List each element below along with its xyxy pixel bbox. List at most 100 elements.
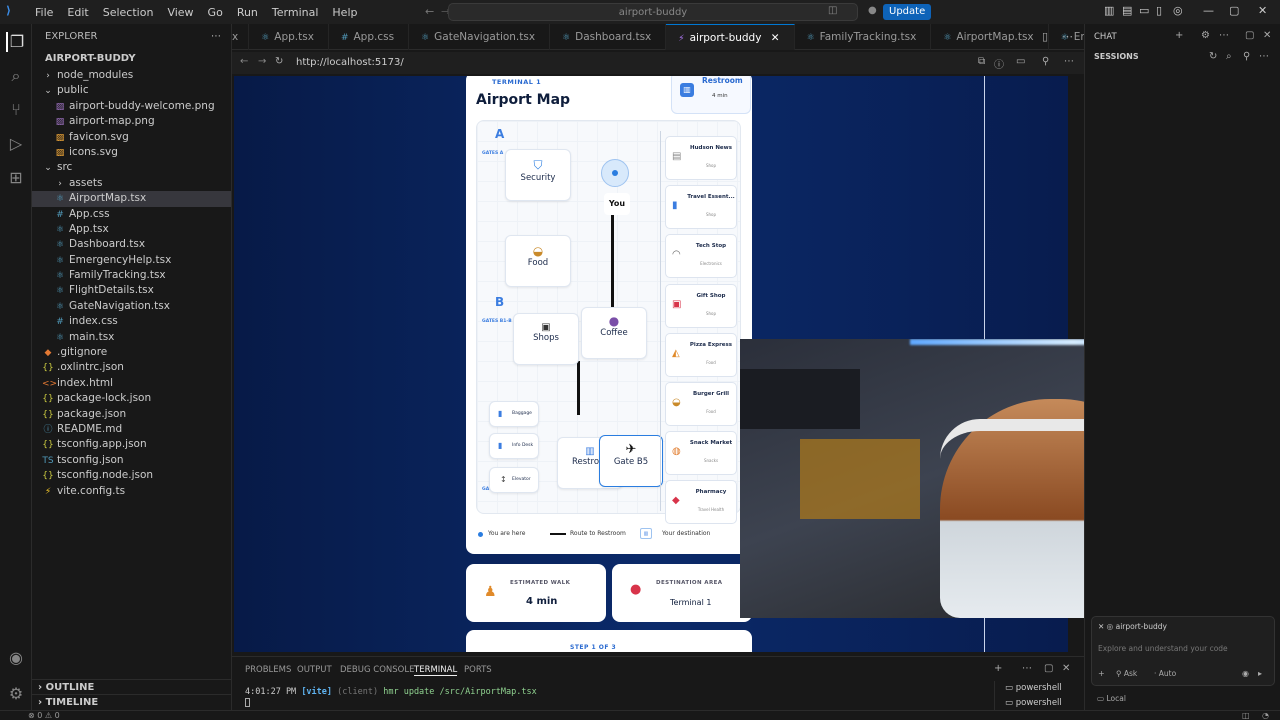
back-arrow-icon[interactable]: ← <box>425 5 434 18</box>
mode-select[interactable]: ⚲ Ask <box>1116 669 1137 678</box>
poi-security[interactable]: ⛉ Security <box>505 149 571 201</box>
panel-tab-problems[interactable]: PROBLEMS <box>245 665 291 675</box>
copilot-icon[interactable]: ◫ <box>828 5 837 16</box>
chat-maximize-icon[interactable]: ▢ <box>1245 30 1254 41</box>
shop-list-item[interactable]: ▮ Travel Essent... Shop <box>665 185 737 230</box>
editor-tab[interactable]: ⚛ AirportMap.tsx <box>931 24 1049 50</box>
split-editor-icon[interactable]: ▯ <box>1042 30 1048 43</box>
shop-list-item[interactable]: ◠ Tech Stop Electronics <box>665 234 737 279</box>
local-selector[interactable]: ▭ Local <box>1097 694 1126 703</box>
file-tree-item[interactable]: ⚛ FlightDetails.tsx <box>32 283 231 298</box>
file-tree-item[interactable]: {} .oxlintrc.json <box>32 360 231 375</box>
file-tree-item[interactable]: ⌄ src <box>32 160 231 175</box>
attach-icon[interactable]: + <box>1098 669 1105 678</box>
account-icon[interactable]: ◉ <box>6 648 26 668</box>
file-tree-item[interactable]: ⚛ EmergencyHelp.tsx <box>32 253 231 268</box>
file-tree-item[interactable]: ⌄ public <box>32 83 231 98</box>
shop-list-item[interactable]: ◭ Pizza Express Food <box>665 332 737 377</box>
poi-info-desk[interactable]: ▮ Info Desk <box>489 433 539 459</box>
poi-food[interactable]: ◒ Food <box>505 235 571 287</box>
file-tree-item[interactable]: TS tsconfig.json <box>32 453 231 468</box>
editor-tab[interactable]: ⚛ App.tsx <box>249 24 329 50</box>
update-button[interactable]: Update <box>883 4 932 20</box>
filter-icon[interactable]: ⚲ <box>1042 56 1049 67</box>
tabs-more-icon[interactable]: ⋯ <box>1062 30 1073 43</box>
file-tree-item[interactable]: {} tsconfig.app.json <box>32 437 231 452</box>
command-center-search[interactable]: airport-buddy <box>448 3 858 21</box>
search-icon[interactable]: ⌕ <box>6 66 26 86</box>
poi-gate-b5[interactable]: ✈ Gate B5 <box>599 435 663 487</box>
toggle-secondary-icon[interactable]: ▯ <box>1156 4 1162 17</box>
chat-close-icon[interactable]: ✕ <box>1263 30 1271 41</box>
file-tree-item[interactable]: › node_modules <box>32 68 231 83</box>
layout-icon[interactable]: ▥ <box>1104 4 1114 17</box>
poi-coffee[interactable]: ● Coffee <box>581 307 647 359</box>
terminal-item-1[interactable]: ▭ powershell <box>1005 683 1062 693</box>
devtools-icon[interactable]: ▭ <box>1016 56 1025 67</box>
project-root[interactable]: AIRPORT-BUDDY <box>32 50 231 68</box>
menu-run[interactable]: Run <box>237 6 258 19</box>
file-tree-item[interactable]: # App.css <box>32 207 231 222</box>
file-tree-item[interactable]: {} tsconfig.node.json <box>32 468 231 483</box>
browser-back-icon[interactable]: ← <box>240 56 248 67</box>
poi-shops[interactable]: ▣ Shops <box>513 313 579 365</box>
extensions-icon[interactable]: ⊞ <box>6 168 26 188</box>
more-actions-icon[interactable]: ⋯ <box>211 24 221 50</box>
outline-section[interactable]: › OUTLINE <box>32 679 232 695</box>
file-tree-item[interactable]: <>index.html <box>32 376 231 391</box>
file-tree-item[interactable]: ▨ favicon.svg <box>32 130 231 145</box>
mic-icon[interactable]: ◉ <box>1242 669 1249 678</box>
panel-tab-terminal[interactable]: TERMINAL <box>414 665 458 676</box>
editor-tab[interactable]: ⚛ FamilyTracking.tsx <box>795 24 932 50</box>
globe-icon[interactable]: ◎ <box>1173 4 1183 17</box>
chat-input-box[interactable]: ✕ ◎ airport-buddy Explore and understand… <box>1091 616 1275 686</box>
browser-more-icon[interactable]: ⋯ <box>1064 56 1074 67</box>
panel-tab-output[interactable]: OUTPUT <box>297 665 332 675</box>
file-tree-item[interactable]: {} package-lock.json <box>32 391 231 406</box>
you-marker[interactable] <box>601 159 629 187</box>
source-control-icon[interactable]: ⑂ <box>6 100 26 120</box>
send-icon[interactable]: ▸ <box>1258 669 1262 678</box>
sessions-filter-icon[interactable]: ⚲ <box>1243 51 1250 62</box>
file-tree-item[interactable]: # index.css <box>32 314 231 329</box>
explorer-icon[interactable]: ❐ <box>6 32 26 52</box>
maximize-panel-icon[interactable]: ▢ <box>1044 663 1053 674</box>
file-tree-item[interactable]: ⚛ AirportMap.tsx <box>32 191 231 207</box>
file-tree-item[interactable]: ⚛ main.tsx <box>32 330 231 345</box>
close-panel-icon[interactable]: ✕ <box>1062 663 1070 674</box>
file-tree-item[interactable]: › assets <box>32 176 231 191</box>
editor-tab[interactable]: ⚛ GateNavigation.tsx <box>409 24 551 50</box>
shop-list-item[interactable]: ▣ Gift Shop Shop <box>665 283 737 328</box>
sessions-search-icon[interactable]: ⌕ <box>1226 51 1232 62</box>
editor-tab[interactable]: ⚛ Dashboard.tsx <box>550 24 667 50</box>
terminal-output[interactable]: 4:01:27 PM [vite] (client) hmr update /s… <box>245 687 537 697</box>
minimize-icon[interactable]: — <box>1203 4 1214 17</box>
poi-baggage[interactable]: ▮ Baggage <box>489 401 539 427</box>
toggle-sidebar-icon[interactable]: ▤ <box>1122 4 1132 17</box>
problems-count[interactable]: ⊗ 0 ⚠ 0 <box>28 711 60 720</box>
browser-forward-icon[interactable]: → <box>258 56 266 67</box>
file-tree-item[interactable]: ▨ icons.svg <box>32 145 231 160</box>
chat-settings-icon[interactable]: ⚙ <box>1201 30 1210 41</box>
menu-terminal[interactable]: Terminal <box>272 6 319 19</box>
shop-list-item[interactable]: ▤ Hudson News Shop <box>665 136 737 180</box>
file-tree-item[interactable]: ⚛ FamilyTracking.tsx <box>32 268 231 283</box>
panel-tab-debug-console[interactable]: DEBUG CONSOLE <box>340 665 414 675</box>
run-debug-icon[interactable]: ▷ <box>6 134 26 154</box>
terminal-more-icon[interactable]: ⋯ <box>1022 663 1032 674</box>
file-tree-item[interactable]: ▨ airport-buddy-welcome.png <box>32 99 231 114</box>
panel-tab-ports[interactable]: PORTS <box>464 665 492 675</box>
menu-view[interactable]: View <box>167 6 193 19</box>
file-tree-item[interactable]: ▨ airport-map.png <box>32 114 231 129</box>
editor-tab[interactable]: x <box>232 24 250 50</box>
maximize-icon[interactable]: ▢ <box>1229 4 1239 17</box>
file-tree-item[interactable]: ⚡ vite.config.ts <box>32 484 231 499</box>
editor-tab[interactable]: # App.css <box>329 24 410 50</box>
file-tree-item[interactable]: {} package.json <box>32 407 231 422</box>
shop-list-item[interactable]: ◒ Burger Grill Food <box>665 382 737 426</box>
shop-list-item[interactable]: ◍ Snack Market Snacks <box>665 431 737 476</box>
editor-tab[interactable]: ⚡ airport-buddy ✕ <box>666 24 795 50</box>
file-tree-item[interactable]: ⚛ Dashboard.tsx <box>32 237 231 252</box>
context-chip[interactable]: ✕ ◎ airport-buddy <box>1098 622 1167 631</box>
file-tree-item[interactable]: ⓘ README.md <box>32 422 231 437</box>
